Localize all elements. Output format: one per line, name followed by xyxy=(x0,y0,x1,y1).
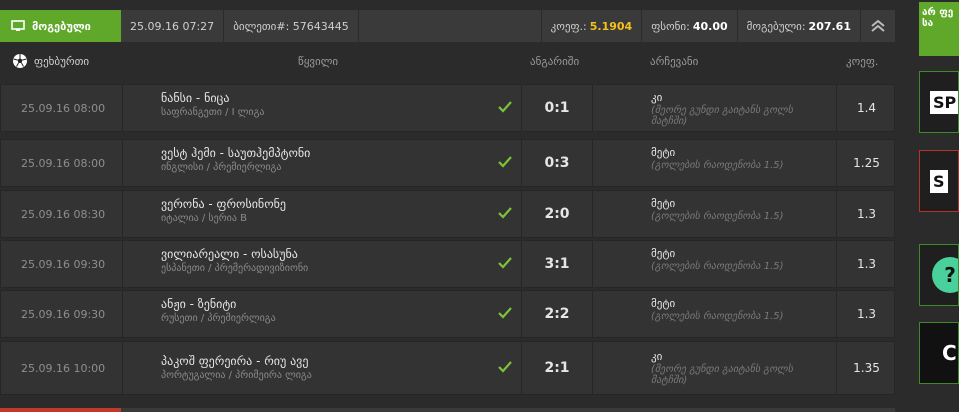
win-label: მოგებული: xyxy=(746,19,806,33)
table-row: 25.09.16 09:30 ანჟი - ზენიტი რუსეთი / პრ… xyxy=(0,290,895,338)
row-date: 25.09.16 09:30 xyxy=(21,308,106,321)
checkmark-icon xyxy=(498,361,512,373)
row-divider xyxy=(122,342,123,394)
row-pick: კი xyxy=(651,91,663,104)
table-row: 25.09.16 09:30 ვილიარეალი - ოსასუნა ესპა… xyxy=(0,240,895,288)
row-league: საფრანგეთი / I ლიგა xyxy=(161,107,265,118)
row-league: იტალია / სერია B xyxy=(161,213,247,224)
checkmark-icon xyxy=(498,156,512,168)
right-sidebar: არ ფე სა SP S ? C xyxy=(905,0,959,412)
row-score: 0:3 xyxy=(521,140,593,186)
promo-banner-2[interactable]: SP xyxy=(919,71,959,133)
row-odds: 1.3 xyxy=(836,241,896,287)
row-score: 2:2 xyxy=(521,291,593,337)
row-match: ვილიარეალი - ოსასუნა xyxy=(161,247,298,261)
row-score: 2:1 xyxy=(521,342,593,394)
checkmark-icon xyxy=(498,257,512,269)
row-date: 25.09.16 08:30 xyxy=(21,208,106,221)
win-value: 207.61 xyxy=(808,19,851,33)
row-odds: 1.35 xyxy=(836,342,896,394)
ticket-datetime: 25.09.16 07:27 xyxy=(121,10,225,42)
row-match: ანჟი - ზენიტი xyxy=(161,297,237,311)
col-odds: კოეფ. xyxy=(846,55,879,68)
promo-banner-1[interactable]: არ ფე სა xyxy=(919,2,959,56)
row-date: 25.09.16 09:30 xyxy=(21,258,106,271)
promo-banner-3[interactable]: S xyxy=(919,150,959,212)
row-divider xyxy=(122,140,123,186)
row-league: პორტუგალია / პრიმეირა ლიგა xyxy=(161,370,312,381)
row-pick-description: (გოლების რაოდენობა 1.5) xyxy=(651,311,784,322)
stake-label: ფსონი: xyxy=(651,19,690,33)
next-ticket-header xyxy=(121,408,895,412)
row-odds: 1.4 xyxy=(836,85,896,131)
app-root: მოგებული 25.09.16 07:27 ბილეთი#: 5764344… xyxy=(0,0,959,412)
row-score: 0:1 xyxy=(521,85,593,131)
row-date: 25.09.16 08:00 xyxy=(21,157,106,170)
checkmark-icon xyxy=(498,101,512,113)
row-pick-description: (გოლების რაოდენობა 1.5) xyxy=(651,211,784,222)
row-pick: მეტი xyxy=(651,197,676,210)
row-divider xyxy=(122,241,123,287)
table-row: 25.09.16 08:00 ვესტ ჰემი - საუთჰემპტონი … xyxy=(0,139,895,187)
row-odds: 1.3 xyxy=(836,291,896,337)
row-score: 3:1 xyxy=(521,241,593,287)
col-sport: ფეხბურთი xyxy=(34,55,90,68)
col-score: ანგარიში xyxy=(530,55,580,68)
ticket-header: მოგებული 25.09.16 07:27 ბილეთი#: 5764344… xyxy=(0,10,895,42)
coef-label: კოეფ.: xyxy=(550,19,587,33)
row-divider xyxy=(122,85,123,131)
status-badge: მოგებული xyxy=(0,10,121,42)
header-spacer xyxy=(359,10,542,42)
row-match: ნანსი - ნიცა xyxy=(161,91,230,105)
row-match: ვერონა - ფროსინონე xyxy=(161,197,286,211)
ticket-number: ბილეთი#: 57643445 xyxy=(224,10,359,42)
soccer-ball-icon xyxy=(13,54,27,68)
win-cell: მოგებული: 207.61 xyxy=(738,10,861,42)
row-match: პაკოშ ფერეირა - რიუ ავე xyxy=(161,354,309,368)
row-league: ინგლისი / პრემიერლიგა xyxy=(161,162,282,173)
row-league: ესპანეთი / პრემერადივიზიონი xyxy=(161,263,309,274)
monitor-icon xyxy=(11,20,25,31)
col-event: წყვილი xyxy=(298,55,339,68)
status-label: მოგებული xyxy=(32,19,91,33)
row-pick-description: (მეორე გუნდი გაიტანს გოლს მატჩში) xyxy=(651,364,793,386)
table-row: 25.09.16 10:00 პაკოშ ფერეირა - რიუ ავე პ… xyxy=(0,341,895,395)
next-ticket-status-strip xyxy=(0,408,121,412)
checkmark-icon xyxy=(498,307,512,319)
row-pick: მეტი xyxy=(651,247,676,260)
row-pick-description: (გოლების რაოდენობა 1.5) xyxy=(651,261,784,272)
row-odds: 1.3 xyxy=(836,191,896,237)
row-league: რუსეთი / პრემიერლიგა xyxy=(161,313,276,324)
row-pick-description: (გოლების რაოდენობა 1.5) xyxy=(651,160,784,171)
promo-banner-4[interactable]: ? xyxy=(919,244,959,306)
chevron-up-double-icon xyxy=(871,19,885,32)
row-score: 2:0 xyxy=(521,191,593,237)
promo-banner-5[interactable]: C xyxy=(919,322,959,384)
row-odds: 1.25 xyxy=(836,140,896,186)
ticket-panel: მოგებული 25.09.16 07:27 ბილეთი#: 5764344… xyxy=(0,0,905,412)
coef-value: 5.1904 xyxy=(589,19,633,33)
row-divider xyxy=(122,291,123,337)
row-date: 25.09.16 10:00 xyxy=(21,362,106,375)
help-icon: ? xyxy=(932,257,958,293)
col-selection: არჩევანი xyxy=(650,55,699,68)
stake-value: 40.00 xyxy=(692,19,728,33)
row-pick-description: (მეორე გუნდი გაიტანს გოლს მატჩში) xyxy=(651,105,793,127)
table-row: 25.09.16 08:30 ვერონა - ფროსინონე იტალია… xyxy=(0,190,895,238)
column-header: ფეხბურთი წყვილი ანგარიში არჩევანი კოეფ. xyxy=(0,44,895,80)
table-row: 25.09.16 08:00 ნანსი - ნიცა საფრანგეთი /… xyxy=(0,84,895,132)
row-date: 25.09.16 08:00 xyxy=(21,102,106,115)
row-pick: კი xyxy=(651,350,663,363)
stake-cell: ფსონი: 40.00 xyxy=(642,10,738,42)
coef-cell: კოეფ.: 5.1904 xyxy=(542,10,643,42)
ticket-number-value: 57643445 xyxy=(292,19,349,33)
row-divider xyxy=(122,191,123,237)
collapse-button[interactable] xyxy=(861,10,895,42)
row-match: ვესტ ჰემი - საუთჰემპტონი xyxy=(161,146,311,160)
row-pick: მეტი xyxy=(651,297,676,310)
row-pick: მეტი xyxy=(651,146,676,159)
ticket-label: ბილეთი#: xyxy=(233,19,290,33)
checkmark-icon xyxy=(498,207,512,219)
